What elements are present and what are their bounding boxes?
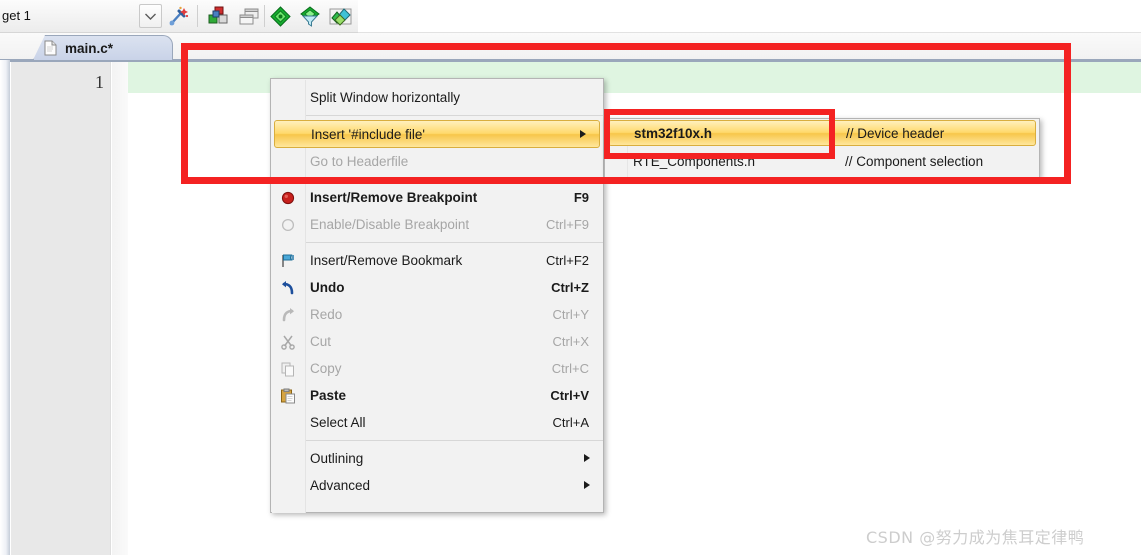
menu-item-label: Redo [310,307,343,322]
bookmark-flag-icon [277,250,299,272]
document-icon [44,40,57,56]
toolbar-separator [197,5,198,27]
menu-item-redo: Redo Ctrl+Y [271,301,603,328]
annotation-box-stm32f10x-header [604,109,835,159]
menu-item-label: Insert '#include file' [311,126,425,142]
rebuild-icon[interactable] [297,4,323,29]
breakpoint-icon [277,187,299,209]
menu-item-accelerator: Ctrl+C [551,361,589,376]
toolbar: get 1 [0,0,1141,33]
menu-item-label: Select All [310,415,366,430]
menu-item-go-to-headerfile: Go to Headerfile [271,148,603,175]
menu-item-label: Go to Headerfile [310,154,409,169]
menu-item-insert-include-file[interactable]: Insert '#include file' [274,120,600,148]
batch-build-icon[interactable] [327,4,353,29]
menu-item-accelerator: Ctrl+A [552,415,589,430]
menu-item-label: Split Window horizontally [310,90,461,105]
copy-icon [277,358,299,380]
menu-item-select-all[interactable]: Select All Ctrl+A [271,409,603,436]
menu-item-label: Insert/Remove Breakpoint [310,190,478,205]
chevron-down-icon[interactable] [139,4,162,28]
app-root: get 1 main.c* 1 Split Window horizontall… [0,0,1141,555]
tab-label: main.c* [65,40,114,56]
menu-item-label: Undo [310,280,345,295]
menu-item-enable-disable-breakpoint: Enable/Disable Breakpoint Ctrl+F9 [271,211,603,238]
tab-main-c[interactable]: main.c* [33,35,173,60]
menu-item-accelerator: Ctrl+V [550,388,589,403]
menu-item-label: Paste [310,388,347,403]
menu-item-outlining[interactable]: Outlining [271,445,603,472]
menu-item-label: Copy [310,361,342,376]
toolbar-separator-2 [264,5,265,27]
submenu-arrow-icon [579,127,587,142]
menu-item-accelerator: Ctrl+Z [551,280,589,295]
menu-item-undo[interactable]: Undo Ctrl+Z [271,274,603,301]
editor-context-menu[interactable]: Split Window horizontally Insert '#inclu… [270,78,604,513]
manage-components-icon[interactable] [205,4,231,29]
menu-item-accelerator: Ctrl+F9 [546,217,589,232]
submenu-arrow-icon [583,478,591,493]
scissors-icon [277,331,299,353]
menu-item-accelerator: Ctrl+F2 [546,253,589,268]
manage-project-items-icon[interactable] [236,4,262,29]
menu-separator-3 [305,242,603,243]
menu-item-insert-remove-bookmark[interactable]: Insert/Remove Bookmark Ctrl+F2 [271,247,603,274]
menu-item-copy: Copy Ctrl+C [271,355,603,382]
menu-item-label: Enable/Disable Breakpoint [310,217,470,232]
target-selector-label: get 1 [2,8,31,23]
editor-left-frame [0,60,10,555]
gutter-fold-margin [112,62,128,555]
menu-item-insert-remove-breakpoint[interactable]: Insert/Remove Breakpoint F9 [271,184,603,211]
line-number: 1 [95,72,104,92]
menu-item-split-window-horizontally[interactable]: Split Window horizontally [271,84,603,111]
submenu-arrow-icon [583,451,591,466]
redo-icon [277,304,299,326]
breakpoint-disabled-icon [277,214,299,236]
paste-icon [277,385,299,407]
menu-item-label: Advanced [310,478,371,493]
menu-item-label: Cut [310,334,332,349]
editor-gutter[interactable]: 1 [11,62,111,555]
csdn-watermark: CSDN @努力成为焦耳定律鸭 [866,528,1085,547]
menu-item-paste[interactable]: Paste Ctrl+V [271,382,603,409]
menu-item-advanced[interactable]: Advanced [271,472,603,499]
target-options-icon[interactable] [165,4,191,29]
menu-item-accelerator: Ctrl+X [552,334,589,349]
build-target-icon[interactable] [267,4,293,29]
menu-item-accelerator: F9 [573,190,589,205]
menu-item-label: Insert/Remove Bookmark [310,253,463,268]
menu-item-label: Outlining [310,451,364,466]
menu-item-cut: Cut Ctrl+X [271,328,603,355]
menu-item-accelerator: Ctrl+Y [552,307,589,322]
menu-separator-4 [305,440,603,441]
toolbar-empty-area [358,0,1141,33]
undo-icon [277,277,299,299]
